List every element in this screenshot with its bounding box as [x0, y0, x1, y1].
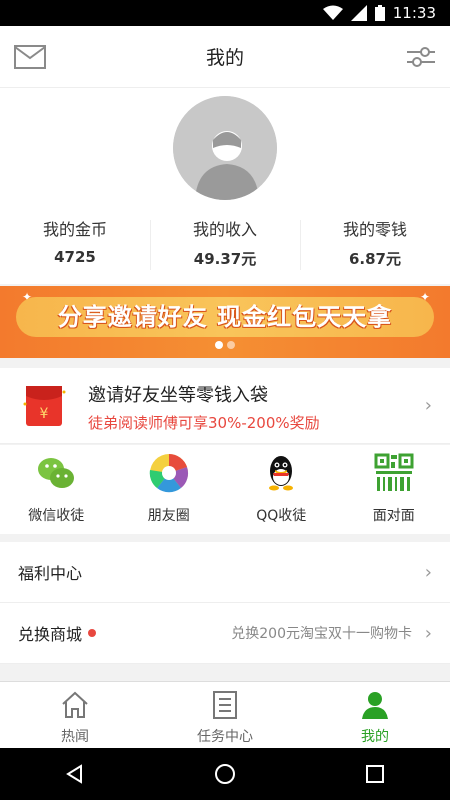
- banner-text: 分享邀请好友 现金红包天天拿: [57, 303, 393, 331]
- signal-icon: [350, 5, 367, 21]
- chevron-right-icon: ›: [424, 395, 432, 416]
- battery-icon: [374, 5, 385, 21]
- svg-text:¥: ¥: [40, 406, 49, 422]
- share-label: QQ收徒: [256, 508, 307, 524]
- mail-icon[interactable]: [14, 45, 46, 69]
- chevron-right-icon: ›: [424, 623, 432, 644]
- recents-icon[interactable]: [355, 754, 395, 794]
- stat-change[interactable]: 我的零钱 6.87元: [300, 212, 450, 276]
- page-header: 我的: [0, 26, 450, 88]
- stat-income[interactable]: 我的收入 49.37元: [150, 212, 300, 276]
- share-face-to-face[interactable]: 面对面: [338, 445, 450, 534]
- share-moments[interactable]: 朋友圈: [113, 445, 226, 534]
- profile-section: 我的金币 4725 我的收入 49.37元 我的零钱 6.87元: [0, 88, 450, 284]
- moments-icon: [149, 453, 189, 493]
- share-options: 微信收徒 朋友圈 QQ收徒 面对面: [0, 445, 450, 534]
- tab-label: 我的: [361, 729, 389, 745]
- tab-label: 任务中心: [197, 729, 253, 745]
- stat-label: 我的零钱: [342, 220, 407, 239]
- tab-mine[interactable]: 我的: [300, 682, 450, 748]
- stat-coins[interactable]: 我的金币 4725: [0, 212, 150, 276]
- promo-banner[interactable]: ✦ ✦ 分享邀请好友 现金红包天天拿: [0, 286, 450, 358]
- bottom-tab-bar: 热闻 任务中心 我的: [0, 681, 450, 748]
- system-nav-bar: [0, 748, 450, 800]
- profile-icon: [360, 690, 390, 720]
- invite-title: 邀请好友坐等零钱入袋: [88, 385, 268, 406]
- stat-value: 6.87元: [348, 250, 401, 268]
- home-circle-icon[interactable]: [205, 754, 245, 794]
- chevron-right-icon: ›: [424, 562, 432, 583]
- status-bar: 11:33: [0, 0, 450, 26]
- list-item-label: 福利中心: [18, 564, 83, 583]
- list-item-exchange-mall[interactable]: 兑换商城 兑换200元淘宝双十一购物卡 ›: [0, 603, 450, 664]
- banner-pager: [0, 341, 450, 349]
- banner-pill: 分享邀请好友 现金红包天天拿: [16, 297, 434, 337]
- wechat-icon: [36, 453, 76, 493]
- pager-dot[interactable]: [227, 341, 235, 349]
- stat-label: 我的收入: [192, 220, 257, 239]
- list-item-hint: 兑换200元淘宝双十一购物卡: [231, 626, 412, 642]
- tab-label: 热闻: [61, 729, 89, 745]
- share-label: 面对面: [372, 508, 415, 524]
- qq-icon: [261, 453, 301, 493]
- status-time: 11:33: [392, 4, 436, 22]
- stat-label: 我的金币: [42, 220, 107, 239]
- back-icon[interactable]: [55, 754, 95, 794]
- notification-dot: [88, 629, 97, 637]
- menu-list: 福利中心 › 兑换商城 兑换200元淘宝双十一购物卡 ›: [0, 542, 450, 664]
- invite-card[interactable]: ¥ 邀请好友坐等零钱入袋 徒弟阅读师傅可享30%-200%奖励 ›: [0, 368, 450, 444]
- red-packet-icon: ¥: [20, 382, 68, 430]
- tab-hot-news[interactable]: 热闻: [0, 682, 150, 748]
- task-list-icon: [210, 690, 240, 720]
- stat-value: 49.37元: [193, 250, 257, 268]
- list-item-welfare-center[interactable]: 福利中心 ›: [0, 542, 450, 603]
- pager-dot[interactable]: [215, 341, 223, 349]
- profile-page: 11:33 我的 我的金币 4725 我的收入 49.37元 我的零钱 6.87…: [0, 0, 450, 800]
- default-avatar-icon[interactable]: [173, 96, 277, 200]
- qrcode-icon: [374, 453, 414, 493]
- home-icon: [60, 690, 90, 720]
- share-label: 朋友圈: [147, 508, 190, 524]
- stat-value: 4725: [54, 248, 96, 266]
- filter-settings-icon[interactable]: [406, 43, 436, 71]
- share-qq[interactable]: QQ收徒: [225, 445, 338, 534]
- stats-row: 我的金币 4725 我的收入 49.37元 我的零钱 6.87元: [0, 212, 450, 276]
- page-title: 我的: [205, 47, 244, 69]
- wifi-icon: [322, 5, 343, 21]
- share-wechat[interactable]: 微信收徒: [0, 445, 113, 534]
- invite-subtitle: 徒弟阅读师傅可享30%-200%奖励: [88, 414, 320, 432]
- share-label: 微信收徒: [28, 508, 85, 524]
- list-item-label: 兑换商城: [18, 625, 83, 644]
- tab-task-center[interactable]: 任务中心: [150, 682, 300, 748]
